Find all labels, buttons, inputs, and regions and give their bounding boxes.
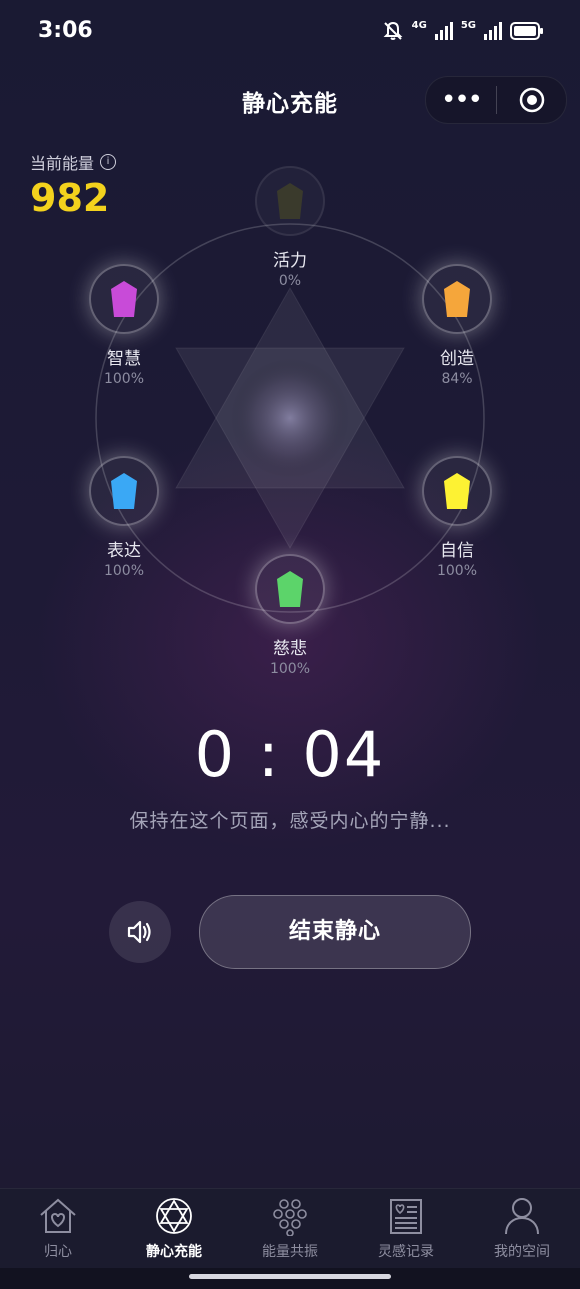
chakra-circle [255,554,325,624]
chakra-diagram: 活力 0% 创造 84% 自信 100% 慈悲 100% 表达 100% 智慧 [0,150,580,690]
tab-label: 我的空间 [494,1244,550,1260]
house-heart-icon [40,1198,76,1233]
tab-resonance[interactable]: 能量共振 [232,1189,348,1269]
gem-icon [277,183,303,219]
chakra-name: 活力 [273,251,307,271]
tab-label: 能量共振 [262,1244,318,1260]
status-icons: 4G 5G [382,20,544,42]
chakra-name: 自信 [440,541,474,561]
gem-shape [277,571,303,607]
chakra-name: 智慧 [107,349,141,369]
chakra-percent: 100% [269,661,311,677]
chakra-circle [255,166,325,236]
home-indicator[interactable] [189,1274,391,1279]
gem-icon [277,571,303,607]
tab-inspiration[interactable]: 灵感记录 [348,1189,464,1269]
gem-shape [111,473,137,509]
chakra-percent: 84% [441,371,473,387]
chakra-node-confidence[interactable]: 自信 100% [387,456,527,579]
chakra-name: 慈悲 [273,639,307,659]
tab-label: 静心充能 [146,1244,202,1260]
tab-meditation[interactable]: 静心充能 [116,1189,232,1269]
mute-bell-icon [383,21,403,40]
chakra-node-vitality[interactable]: 活力 0% [220,166,360,289]
end-meditation-button[interactable]: 结束静心 [199,895,471,969]
chakra-percent: 100% [103,371,145,387]
signal-icon [434,22,453,40]
tab-home[interactable]: 归心 [0,1189,116,1269]
network-4g-label: 4G [411,19,427,31]
chakra-node-compassion[interactable]: 慈悲 100% [220,554,360,677]
network-5g-label: 5G [460,19,476,31]
chakra-circle [422,264,492,334]
chakra-name: 表达 [107,541,141,561]
meditation-timer: 0 : 04 [194,718,386,791]
gem-icon [444,281,470,317]
tab-label: 灵感记录 [378,1244,434,1260]
meditation-hint: 保持在这个页面，感受内心的宁静... [129,810,451,832]
chakra-node-creativity[interactable]: 创造 84% [387,264,527,387]
battery-icon [510,22,543,40]
tab-label: 归心 [44,1244,72,1260]
honeycomb-icon [273,1199,307,1236]
chakra-circle [422,456,492,526]
user-icon [505,1198,539,1235]
gem-shape [444,473,470,509]
bottom-tab-bar: 归心 静心充能 能量共振 灵感记录 我的空间 [0,1188,580,1269]
target-circle-icon[interactable] [497,87,566,113]
gem-icon [111,281,137,317]
journal-icon [390,1199,422,1234]
gem-icon [111,473,137,509]
miniprogram-capsule: ••• [425,76,567,124]
chakra-percent: 100% [103,563,145,579]
gem-shape [444,281,470,317]
chakra-circle [89,456,159,526]
star-of-david-icon [156,1198,192,1234]
chakra-circle [89,264,159,334]
chakra-name: 创造 [440,349,474,369]
chakra-percent: 0% [278,273,302,289]
chakra-node-wisdom[interactable]: 智慧 100% [54,264,194,387]
more-dots-icon[interactable]: ••• [426,77,496,123]
chakra-node-expression[interactable]: 表达 100% [54,456,194,579]
gem-shape [277,183,303,219]
status-time: 3:06 [38,18,93,43]
chakra-percent: 100% [436,563,478,579]
speaker-icon [127,920,151,944]
signal-icon [484,22,502,40]
sound-toggle-button[interactable] [109,901,171,963]
gem-shape [111,281,137,317]
gem-icon [444,473,470,509]
tab-profile[interactable]: 我的空间 [464,1189,580,1269]
